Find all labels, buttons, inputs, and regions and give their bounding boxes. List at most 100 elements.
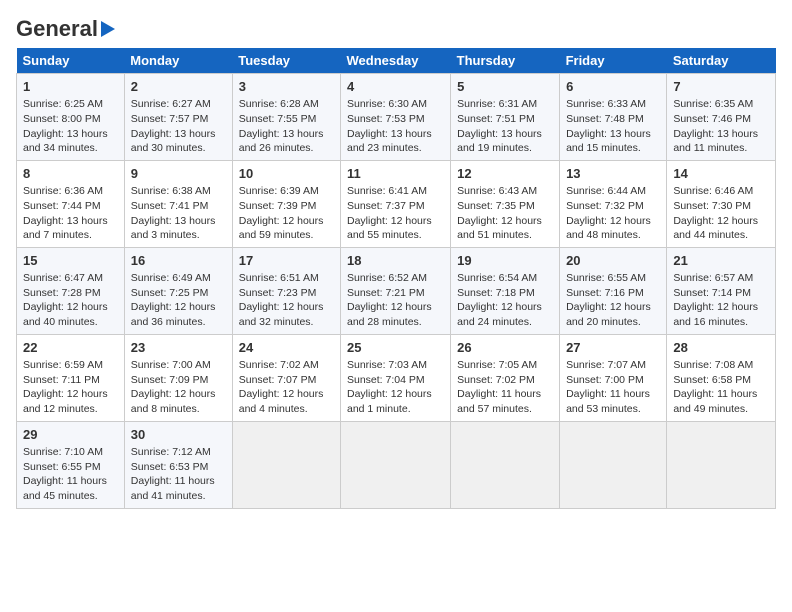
day-number: 15 bbox=[23, 252, 118, 270]
sunrise-text: Sunrise: 7:03 AM bbox=[347, 359, 427, 371]
sunrise-text: Sunrise: 6:25 AM bbox=[23, 98, 103, 110]
calendar-cell: 16 Sunrise: 6:49 AM Sunset: 7:25 PM Dayligh… bbox=[124, 247, 232, 334]
sunset-text: Sunset: 7:18 PM bbox=[457, 287, 535, 299]
daylight-label: Daylight: 12 hours and 55 minutes. bbox=[347, 215, 432, 242]
sunrise-text: Sunrise: 6:54 AM bbox=[457, 272, 537, 284]
sunrise-text: Sunrise: 6:49 AM bbox=[131, 272, 211, 284]
logo-general: General bbox=[16, 16, 98, 42]
sunrise-text: Sunrise: 7:05 AM bbox=[457, 359, 537, 371]
daylight-label: Daylight: 13 hours and 19 minutes. bbox=[457, 128, 542, 155]
calendar-cell: 24Sunrise: 7:02 AMSunset: 7:07 PMDayligh… bbox=[232, 334, 340, 421]
sunset-text: Sunset: 6:53 PM bbox=[131, 461, 209, 473]
sunrise-text: Sunrise: 6:43 AM bbox=[457, 185, 537, 197]
sunset-text: Sunset: 7:00 PM bbox=[566, 374, 644, 386]
sunrise-text: Sunrise: 6:27 AM bbox=[131, 98, 211, 110]
day-number: 4 bbox=[347, 78, 444, 96]
day-number: 13 bbox=[566, 165, 660, 183]
sunset-text: Sunset: 7:23 PM bbox=[239, 287, 317, 299]
sunrise-text: Sunrise: 6:33 AM bbox=[566, 98, 646, 110]
sunrise-text: Sunrise: 7:08 AM bbox=[673, 359, 753, 371]
calendar-cell: 26Sunrise: 7:05 AMSunset: 7:02 PMDayligh… bbox=[451, 334, 560, 421]
day-number: 7 bbox=[673, 78, 769, 96]
sunset-text: Sunset: 7:53 PM bbox=[347, 113, 425, 125]
sunset-text: Sunset: 7:25 PM bbox=[131, 287, 209, 299]
sunrise-text: Sunrise: 7:00 AM bbox=[131, 359, 211, 371]
sunrise-text: Sunrise: 7:10 AM bbox=[23, 446, 103, 458]
day-number: 8 bbox=[23, 165, 118, 183]
day-number: 10 bbox=[239, 165, 334, 183]
sunset-text: Sunset: 8:00 PM bbox=[23, 113, 101, 125]
daylight-label: Daylight: 11 hours and 53 minutes. bbox=[566, 388, 650, 415]
sunset-text: Sunset: 7:14 PM bbox=[673, 287, 751, 299]
daylight-label: Daylight: 12 hours and 8 minutes. bbox=[131, 388, 216, 415]
sunset-text: Sunset: 7:32 PM bbox=[566, 200, 644, 212]
sunset-text: Sunset: 7:21 PM bbox=[347, 287, 425, 299]
calendar-body: 1Sunrise: 6:25 AMSunset: 8:00 PMDaylight… bbox=[17, 74, 776, 509]
sunset-text: Sunset: 7:07 PM bbox=[239, 374, 317, 386]
calendar-week-row: 15Sunrise: 6:47 AMSunset: 7:28 PMDayligh… bbox=[17, 247, 776, 334]
header: General bbox=[16, 16, 776, 38]
daylight-label: Daylight: 13 hours and 15 minutes. bbox=[566, 128, 651, 155]
sunrise-text: Sunrise: 6:55 AM bbox=[566, 272, 646, 284]
sunrise-text: Sunrise: 6:44 AM bbox=[566, 185, 646, 197]
calendar-cell: 21Sunrise: 6:57 AMSunset: 7:14 PMDayligh… bbox=[667, 247, 776, 334]
sunset-text: Sunset: 7:11 PM bbox=[23, 374, 100, 386]
day-number: 11 bbox=[347, 165, 444, 183]
day-number: 16 bbox=[131, 252, 226, 270]
sunset-text: Sunset: 7:44 PM bbox=[23, 200, 101, 212]
daylight-label: Daylight: 12 hours and 40 minutes. bbox=[23, 301, 108, 328]
daylight-label: Daylight: 12 hours and 32 minutes. bbox=[239, 301, 324, 328]
calendar-cell: 1Sunrise: 6:25 AMSunset: 8:00 PMDaylight… bbox=[17, 74, 125, 161]
day-number: 30 bbox=[131, 426, 226, 444]
daylight-label: Daylight: 11 hours and 45 minutes. bbox=[23, 475, 107, 502]
sunset-text: Sunset: 6:58 PM bbox=[673, 374, 751, 386]
daylight-label: Daylight: 12 hours and 36 minutes. bbox=[131, 301, 216, 328]
day-number: 17 bbox=[239, 252, 334, 270]
col-header-sunday: Sunday bbox=[17, 48, 125, 74]
calendar-cell: 3Sunrise: 6:28 AMSunset: 7:55 PMDaylight… bbox=[232, 74, 340, 161]
daylight-label: Daylight: 11 hours and 49 minutes. bbox=[673, 388, 757, 415]
daylight-label: Daylight: 13 hours and 3 minutes. bbox=[131, 215, 216, 242]
sunrise-text: Sunrise: 6:36 AM bbox=[23, 185, 103, 197]
sunset-text: Sunset: 7:04 PM bbox=[347, 374, 425, 386]
sunrise-text: Sunrise: 6:35 AM bbox=[673, 98, 753, 110]
day-number: 18 bbox=[347, 252, 444, 270]
sunrise-text: Sunrise: 6:38 AM bbox=[131, 185, 211, 197]
sunset-text: Sunset: 7:35 PM bbox=[457, 200, 535, 212]
calendar-cell: 6Sunrise: 6:33 AMSunset: 7:48 PMDaylight… bbox=[560, 74, 667, 161]
calendar-week-row: 29Sunrise: 7:10 AMSunset: 6:55 PMDayligh… bbox=[17, 421, 776, 508]
sunrise-text: Sunrise: 7:12 AM bbox=[131, 446, 211, 458]
sunrise-text: Sunrise: 6:28 AM bbox=[239, 98, 319, 110]
calendar-cell bbox=[667, 421, 776, 508]
day-number: 3 bbox=[239, 78, 334, 96]
daylight-label: Daylight: 12 hours and 44 minutes. bbox=[673, 215, 758, 242]
daylight-label: Daylight: 12 hours and 59 minutes. bbox=[239, 215, 324, 242]
sunset-text: Sunset: 7:09 PM bbox=[131, 374, 209, 386]
day-number: 23 bbox=[131, 339, 226, 357]
sunrise-text: Sunrise: 6:57 AM bbox=[673, 272, 753, 284]
sunrise-text: Sunrise: 6:51 AM bbox=[239, 272, 319, 284]
page-container: General SundayMondayTuesdayWednesdayThur… bbox=[0, 0, 792, 517]
day-number: 19 bbox=[457, 252, 553, 270]
day-number: 20 bbox=[566, 252, 660, 270]
col-header-thursday: Thursday bbox=[451, 48, 560, 74]
calendar-cell bbox=[232, 421, 340, 508]
daylight-label: Daylight: 13 hours and 11 minutes. bbox=[673, 128, 758, 155]
sunrise-text: Sunrise: 6:30 AM bbox=[347, 98, 427, 110]
sunset-text: Sunset: 7:41 PM bbox=[131, 200, 209, 212]
daylight-label: Daylight: 12 hours and 51 minutes. bbox=[457, 215, 542, 242]
sunset-text: Sunset: 7:55 PM bbox=[239, 113, 317, 125]
sunset-text: Sunset: 7:57 PM bbox=[131, 113, 209, 125]
sunset-text: Sunset: 7:02 PM bbox=[457, 374, 535, 386]
calendar-cell: 8Sunrise: 6:36 AMSunset: 7:44 PMDaylight… bbox=[17, 160, 125, 247]
calendar-cell: 30Sunrise: 7:12 AMSunset: 6:53 PMDayligh… bbox=[124, 421, 232, 508]
sunset-text: Sunset: 6:55 PM bbox=[23, 461, 101, 473]
calendar-cell: 22Sunrise: 6:59 AMSunset: 7:11 PMDayligh… bbox=[17, 334, 125, 421]
col-header-monday: Monday bbox=[124, 48, 232, 74]
calendar-cell: 25Sunrise: 7:03 AMSunset: 7:04 PMDayligh… bbox=[340, 334, 450, 421]
daylight-label: Daylight: 13 hours and 30 minutes. bbox=[131, 128, 216, 155]
calendar-week-row: 8 Sunrise: 6:36 AM Sunset: 7:44 PM Daylight… bbox=[17, 160, 776, 247]
sunrise-text: Sunrise: 6:59 AM bbox=[23, 359, 103, 371]
col-header-tuesday: Tuesday bbox=[232, 48, 340, 74]
daylight-label: Daylight: 11 hours and 57 minutes. bbox=[457, 388, 541, 415]
